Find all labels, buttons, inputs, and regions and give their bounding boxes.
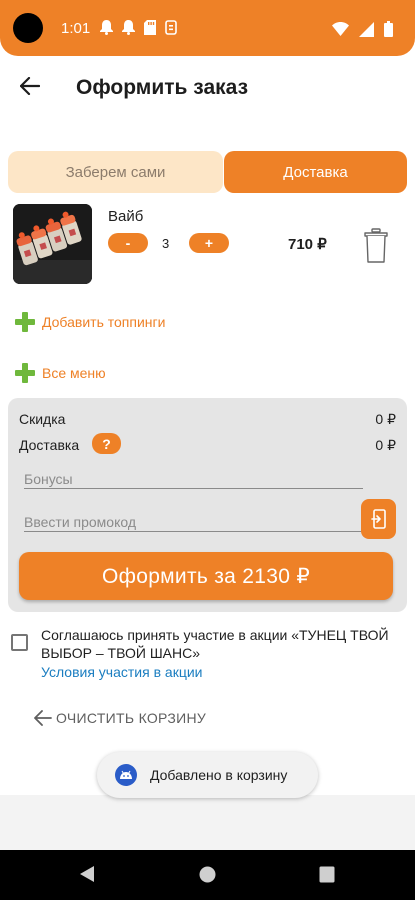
- battery-icon: [384, 21, 393, 37]
- delete-item-button[interactable]: [363, 228, 389, 264]
- status-time: 1:01: [61, 20, 91, 37]
- camera-cutout: [13, 13, 43, 43]
- clear-cart-button[interactable]: ОЧИСТИТЬ КОРЗИНУ: [34, 707, 206, 729]
- notification-bell-icon: [122, 20, 135, 35]
- bonuses-input[interactable]: [24, 463, 363, 489]
- delivery-mode-tabs: Заберем сами Доставка: [8, 151, 407, 193]
- page-title: Оформить заказ: [76, 76, 249, 99]
- plus-icon: [14, 362, 36, 384]
- toast-message: Добавлено в корзину: [97, 752, 318, 798]
- bottom-spacer: [0, 795, 415, 850]
- item-quantity: 3: [162, 236, 170, 251]
- nav-back-icon[interactable]: [79, 865, 95, 883]
- wifi-icon: [332, 22, 349, 36]
- tab-delivery[interactable]: Доставка: [224, 151, 407, 193]
- system-nav-bar: [0, 850, 415, 900]
- delivery-help-button[interactable]: ?: [92, 433, 121, 454]
- increase-quantity-button[interactable]: +: [189, 233, 229, 253]
- decrease-quantity-button[interactable]: -: [108, 233, 148, 253]
- sd-card-icon: [144, 20, 156, 35]
- all-menu-link[interactable]: Все меню: [14, 361, 106, 385]
- apply-promo-button[interactable]: [361, 499, 396, 539]
- trash-icon: [364, 228, 388, 263]
- delivery-cost-label: Доставка: [19, 437, 80, 453]
- nav-recents-icon[interactable]: [319, 866, 335, 883]
- all-menu-label: Все меню: [42, 365, 106, 381]
- nav-home-icon[interactable]: [199, 866, 216, 883]
- app-bar: Оформить заказ: [0, 56, 415, 120]
- arrow-left-icon: [20, 77, 40, 95]
- promo-terms-link[interactable]: Условия участия в акции: [41, 664, 202, 680]
- item-price: 710 ₽: [288, 236, 327, 253]
- clear-cart-label: ОЧИСТИТЬ КОРЗИНУ: [56, 710, 207, 726]
- agreement-text: Соглашаюсь принять участие в акции «ТУНЕ…: [41, 627, 389, 661]
- discount-label: Скидка: [19, 411, 66, 427]
- sushi-roll-image: [13, 204, 92, 284]
- delivery-cost-value: 0 ₽: [375, 437, 396, 453]
- item-name: Вайб: [108, 208, 144, 225]
- add-toppings-link[interactable]: Добавить топпинги: [14, 310, 165, 334]
- add-toppings-label: Добавить топпинги: [42, 314, 166, 330]
- back-button[interactable]: [14, 70, 46, 102]
- promo-code-input[interactable]: [24, 506, 363, 532]
- promo-agreement: Соглашаюсь принять участие в акции «ТУНЕ…: [0, 625, 415, 685]
- status-icons-left: [100, 20, 177, 35]
- cart-item: Вайб - 3 + 710 ₽: [0, 203, 415, 287]
- arrow-left-icon: [34, 710, 52, 726]
- toast-text: Добавлено в корзину: [150, 767, 288, 783]
- tab-pickup[interactable]: Заберем сами: [8, 151, 223, 193]
- status-bar: 1:01: [0, 0, 415, 56]
- status-icons-right: [332, 21, 393, 37]
- discount-value: 0 ₽: [375, 411, 396, 427]
- signal-icon: [359, 21, 374, 37]
- order-summary: Скидка 0 ₽ Доставка ? 0 ₽ Оформить за 21…: [8, 398, 407, 612]
- android-icon: [115, 764, 137, 786]
- plus-icon: [14, 311, 36, 333]
- apply-promo-icon: [370, 509, 386, 529]
- notification-bell-icon: [100, 20, 113, 35]
- debug-icon: [165, 20, 177, 35]
- checkout-button[interactable]: Оформить за 2130 ₽: [19, 552, 393, 600]
- agreement-checkbox[interactable]: [11, 634, 28, 651]
